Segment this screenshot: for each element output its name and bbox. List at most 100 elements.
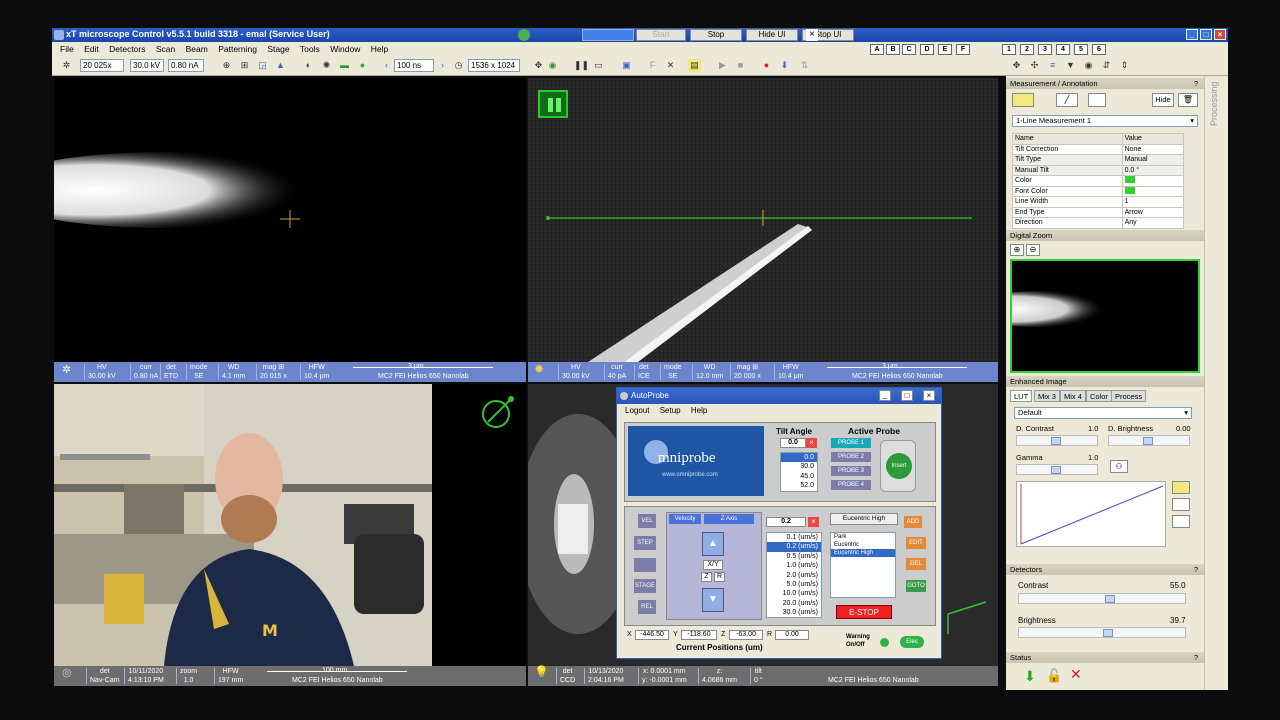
prop-value-color[interactable] (1121, 175, 1185, 187)
tab-color[interactable]: Color (1086, 390, 1112, 402)
close-ui-icon[interactable]: × (806, 29, 818, 41)
tilt-icon[interactable]: ▼ (1064, 59, 1077, 72)
blank-button[interactable] (634, 558, 656, 572)
stage-button[interactable]: STAGE (634, 579, 656, 593)
annotation-letter-button[interactable]: B (886, 44, 900, 55)
gear-icon[interactable]: ✲ (60, 59, 73, 72)
dwell-field[interactable]: 100 ns (394, 59, 434, 72)
step-button[interactable]: STEP (634, 536, 656, 550)
velocity-tab[interactable]: Velocity (669, 514, 701, 524)
close-button[interactable]: × (1214, 29, 1226, 40)
ap-maximize-button[interactable]: □ (901, 390, 913, 401)
resolution-field[interactable]: 1536 x 1024 (468, 59, 520, 72)
del-button[interactable]: DEL (906, 558, 926, 570)
reduced-area-icon[interactable]: ▭ (592, 59, 605, 72)
tilt-clear-icon[interactable]: × (806, 438, 817, 448)
contrast-icon[interactable]: ◐ (302, 59, 315, 72)
velocity-option[interactable]: 20.0 (um/s) (767, 599, 821, 608)
z-toggle[interactable]: Z (701, 572, 712, 582)
zoom-in-icon[interactable]: ⊕ (1010, 244, 1024, 256)
quad-1-sem-view[interactable] (54, 78, 526, 362)
measurement-select[interactable]: 1-Line Measurement 1 ▾ (1012, 115, 1198, 127)
current-field[interactable]: 0.80 nA (168, 59, 204, 72)
velocity-list[interactable]: 0.1 (um/s) 0.2 (um/s) 0.5 (um/s) 1.0 (um… (766, 532, 822, 618)
velocity-option[interactable]: 1.0 (um/s) (767, 561, 821, 570)
pen-icon[interactable]: ╱ (1056, 93, 1078, 107)
clock-icon[interactable]: ◷ (452, 59, 465, 72)
annotation-number-button[interactable]: 4 (1056, 44, 1070, 55)
velocity-clear-icon[interactable]: × (808, 517, 819, 527)
ap-menu-setup[interactable]: Setup (660, 406, 681, 415)
lut-tool-icon[interactable] (1172, 481, 1190, 494)
annotation-letter-button[interactable]: C (902, 44, 916, 55)
prop-value[interactable]: Any (1121, 217, 1185, 229)
digital-zoom-preview[interactable] (1010, 259, 1200, 373)
prop-value[interactable]: 1 (1121, 196, 1185, 208)
tab-mix3[interactable]: Mix 3 (1034, 390, 1060, 402)
saved-positions-list[interactable]: Park Eucentric Eucentric High (830, 532, 896, 598)
insert-button[interactable]: Insert (886, 453, 912, 479)
tools-icon[interactable]: ✕ (664, 59, 677, 72)
crosshair-icon[interactable]: ⊕ (220, 59, 233, 72)
velocity-option[interactable]: 0.5 (um/s) (767, 552, 821, 561)
velocity-option[interactable]: 10.0 (um/s) (767, 589, 821, 598)
z-axis-tab[interactable]: Z Axis (704, 514, 754, 524)
play-icon[interactable]: ▶ (716, 59, 729, 72)
annotation-letter-button[interactable]: F (956, 44, 970, 55)
probe-3-button[interactable]: PROBE 3 (831, 466, 871, 476)
hv-field[interactable]: 30.0 kV (130, 59, 164, 72)
flip-icon[interactable]: ⇵ (1100, 59, 1113, 72)
jog-up-icon[interactable]: ▲ (702, 532, 724, 556)
velocity-option[interactable]: 2.0 (um/s) (767, 571, 821, 580)
contrast-slider[interactable] (1018, 593, 1186, 604)
goto-button[interactable]: GOTO (906, 580, 926, 592)
menu-help[interactable]: Help (371, 44, 388, 54)
screen-icon[interactable]: ▣ (620, 59, 633, 72)
annotation-letter-button[interactable]: A (870, 44, 884, 55)
menu-window[interactable]: Window (330, 44, 360, 54)
zoom-out-icon[interactable]: ⊖ (1026, 244, 1040, 256)
snapshot-icon[interactable]: ▬ (338, 59, 351, 72)
stop-button[interactable]: Stop (690, 29, 742, 41)
velocity-option[interactable]: 0.1 (um/s) (767, 533, 821, 542)
d-contrast-slider[interactable] (1016, 435, 1098, 446)
minimize-button[interactable]: _ (1186, 29, 1198, 40)
align-icon[interactable]: ≡ (1046, 59, 1059, 72)
ap-close-button[interactable]: × (923, 390, 935, 401)
trash-icon[interactable]: 🗑 (1178, 93, 1198, 107)
zoom-box-icon[interactable]: ◲ (256, 59, 269, 72)
tilt-option[interactable]: 52.0 (781, 481, 817, 490)
prop-value[interactable]: Manual (1121, 154, 1185, 166)
annotation-number-button[interactable]: 1 (1002, 44, 1016, 55)
compass-icon[interactable]: ◎ (62, 668, 72, 679)
beam-off-icon[interactable]: ✕ (1070, 666, 1082, 683)
prop-value[interactable]: Arrow (1121, 206, 1185, 218)
jog-down-icon[interactable]: ▼ (702, 588, 724, 612)
ap-minimize-button[interactable]: _ (879, 390, 891, 401)
annotation-letter-button[interactable]: D (920, 44, 934, 55)
probe-2-button[interactable]: PROBE 2 (831, 452, 871, 462)
beam-icon[interactable]: ▲ (274, 59, 287, 72)
tilt-option[interactable]: 30.0 (781, 462, 817, 471)
start-button[interactable]: Start (636, 29, 686, 41)
warning-toggle-icon[interactable] (880, 638, 889, 647)
move-icon[interactable]: ✣ (1028, 59, 1041, 72)
nav-target-icon[interactable] (478, 392, 518, 432)
line-tool-icon[interactable] (1012, 93, 1034, 107)
pause-button[interactable] (538, 90, 568, 118)
vel-button[interactable]: VEL (638, 514, 656, 528)
magnification-field[interactable]: 20 025x (80, 59, 124, 72)
ap-menu-help[interactable]: Help (691, 406, 707, 415)
brightness-icon[interactable]: ✺ (320, 59, 333, 72)
lut-select[interactable]: Default ▾ (1014, 407, 1192, 419)
view-icon[interactable]: ◉ (1082, 59, 1095, 72)
stop-square-icon[interactable]: ■ (734, 59, 747, 72)
annotation-letter-button[interactable]: E (938, 44, 952, 55)
lamp-icon[interactable]: 💡 (534, 666, 549, 678)
photo-icon[interactable]: ◉ (546, 59, 559, 72)
pause-icon[interactable]: ❚❚ (574, 59, 589, 72)
dwell-left-icon[interactable]: ‹ (380, 59, 393, 72)
live-icon[interactable]: ● (356, 59, 369, 72)
tilt-value[interactable]: 0.0 (780, 438, 806, 448)
add-button[interactable]: ADD (904, 516, 922, 528)
